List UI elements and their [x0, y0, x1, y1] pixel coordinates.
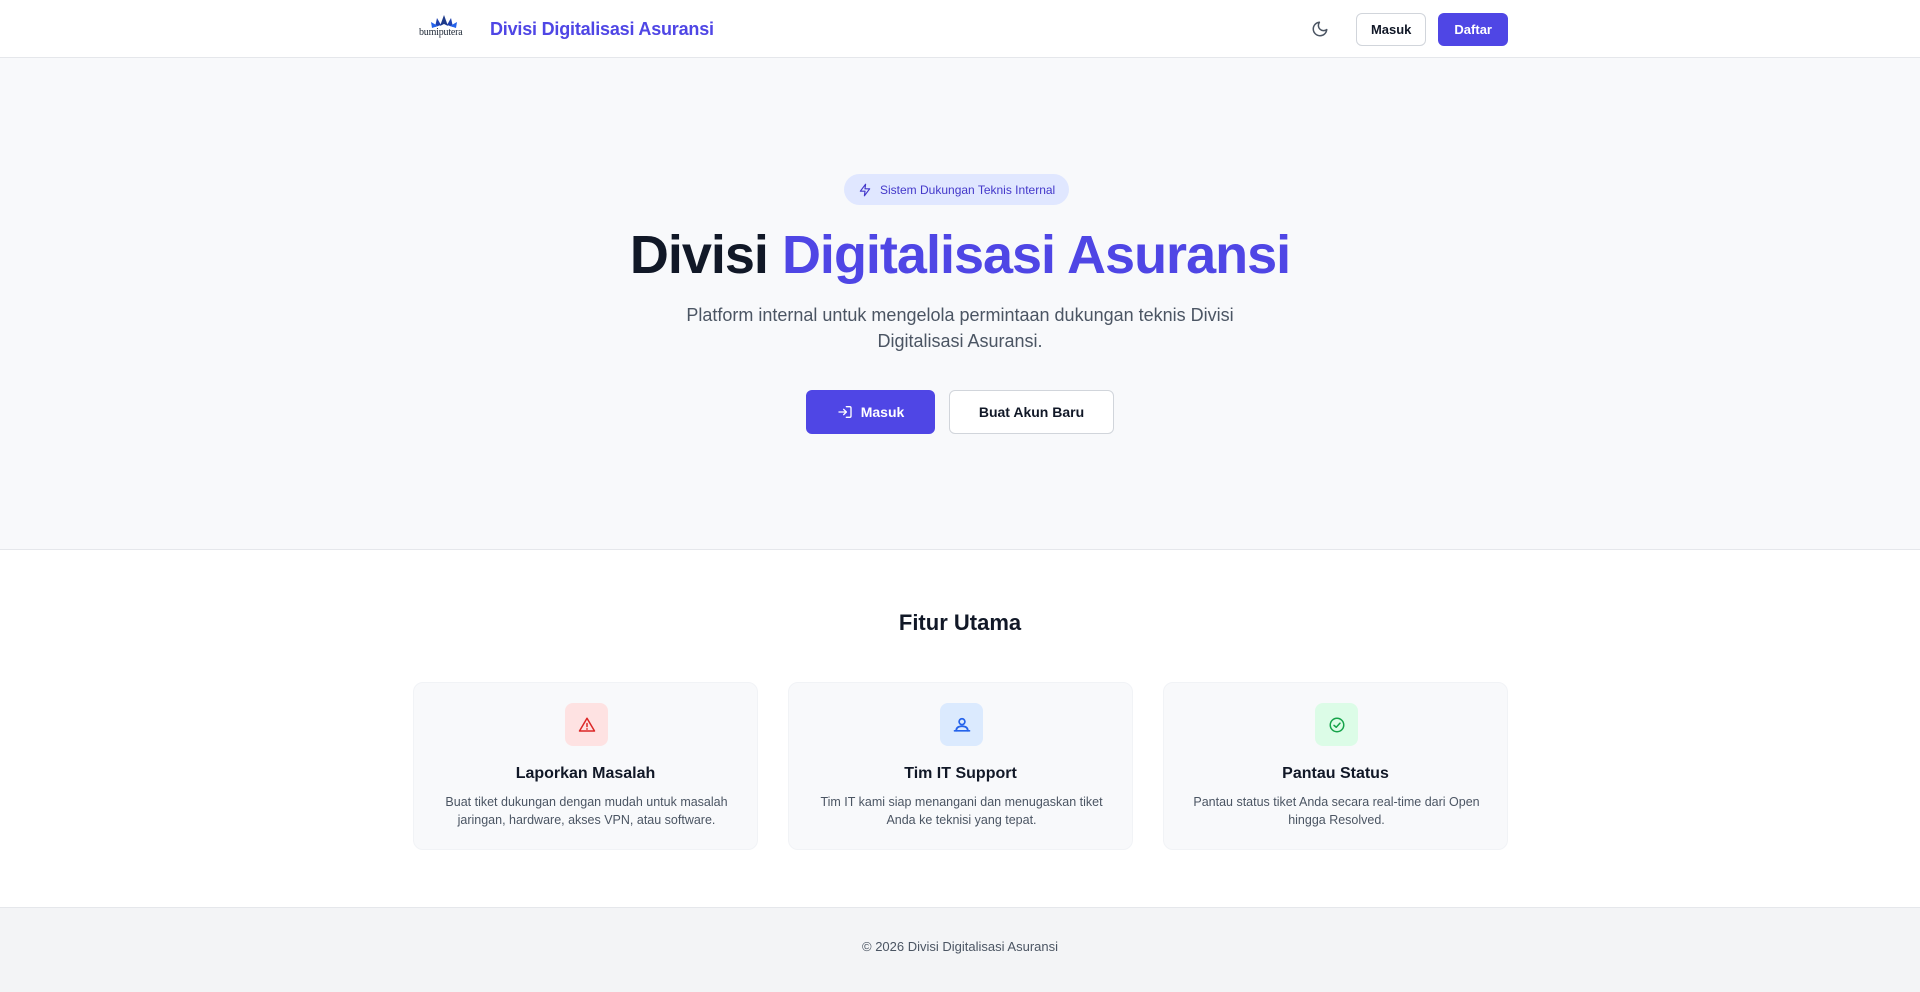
hero-login-label: Masuk	[860, 404, 905, 420]
hero-login-button[interactable]: Masuk	[806, 390, 935, 434]
feature-card-icon-wrap	[565, 703, 608, 746]
nav-actions: Masuk Daftar	[1304, 12, 1508, 46]
feature-card-status: Pantau Status Pantau status tiket Anda s…	[1163, 682, 1508, 850]
hero-section: Sistem Dukungan Teknis Internal Divisi D…	[0, 58, 1920, 550]
features-title: Fitur Utama	[898, 610, 1022, 635]
feature-card-description: Buat tiket dukungan dengan mudah untuk m…	[445, 795, 728, 827]
user-team-icon	[953, 717, 970, 732]
bumiputera-logo: bumiputera	[418, 13, 470, 45]
lightning-icon	[859, 183, 871, 196]
footer-copyright: © 2026 Divisi Digitalisasi Asuransi	[862, 939, 1058, 954]
login-icon	[838, 406, 852, 418]
hero-badge: Sistem Dukungan Teknis Internal	[844, 174, 1070, 205]
nav-register-button[interactable]: Daftar	[1438, 12, 1508, 46]
logo-text: bumiputera	[419, 27, 463, 38]
hero-register-button[interactable]: Buat Akun Baru	[949, 390, 1114, 434]
hero-actions: Masuk Buat Akun Baru	[0, 390, 1920, 434]
moon-icon	[1312, 21, 1328, 37]
feature-card-it-support: Tim IT Support Tim IT kami siap menangan…	[788, 682, 1133, 850]
footer: © 2026 Divisi Digitalisasi Asuransi	[0, 907, 1920, 992]
feature-card-title: Pantau Status	[1282, 765, 1389, 782]
navbar: bumiputera Divisi Digitalisasi Asuransi …	[0, 0, 1920, 58]
feature-card-description: Pantau status tiket Anda secara real-tim…	[1193, 795, 1480, 827]
hero-title: Divisi Digitalisasi Asuransi	[0, 224, 1920, 286]
feature-card-title: Laporkan Masalah	[515, 765, 656, 782]
features-section: Fitur Utama Laporkan Masalah Buat tiket …	[0, 550, 1920, 907]
feature-card-report: Laporkan Masalah Buat tiket dukungan den…	[413, 682, 758, 850]
brand[interactable]: bumiputera Divisi Digitalisasi Asuransi	[418, 13, 714, 45]
feature-cards: Laporkan Masalah Buat tiket dukungan den…	[413, 682, 1508, 850]
hero-title-accent: Digitalisasi Asuransi	[781, 225, 1291, 285]
brand-title[interactable]: Divisi Digitalisasi Asuransi	[490, 19, 714, 40]
warning-triangle-icon	[578, 717, 595, 732]
check-circle-icon	[1329, 717, 1344, 732]
navbar-inner: bumiputera Divisi Digitalisasi Asuransi …	[418, 0, 1508, 58]
feature-card-icon-wrap	[940, 703, 983, 746]
hero-description: Platform internal untuk mengelola permin…	[686, 305, 1234, 351]
hero-title-plain: Divisi	[629, 225, 769, 285]
hero-badge-text: Sistem Dukungan Teknis Internal	[880, 182, 1056, 197]
feature-card-icon-wrap	[1315, 703, 1358, 746]
feature-card-description: Tim IT kami siap menangani dan menugaska…	[820, 795, 1103, 827]
nav-login-button[interactable]: Masuk	[1355, 12, 1427, 46]
theme-toggle-button[interactable]	[1304, 13, 1336, 45]
feature-card-title: Tim IT Support	[904, 765, 1017, 782]
